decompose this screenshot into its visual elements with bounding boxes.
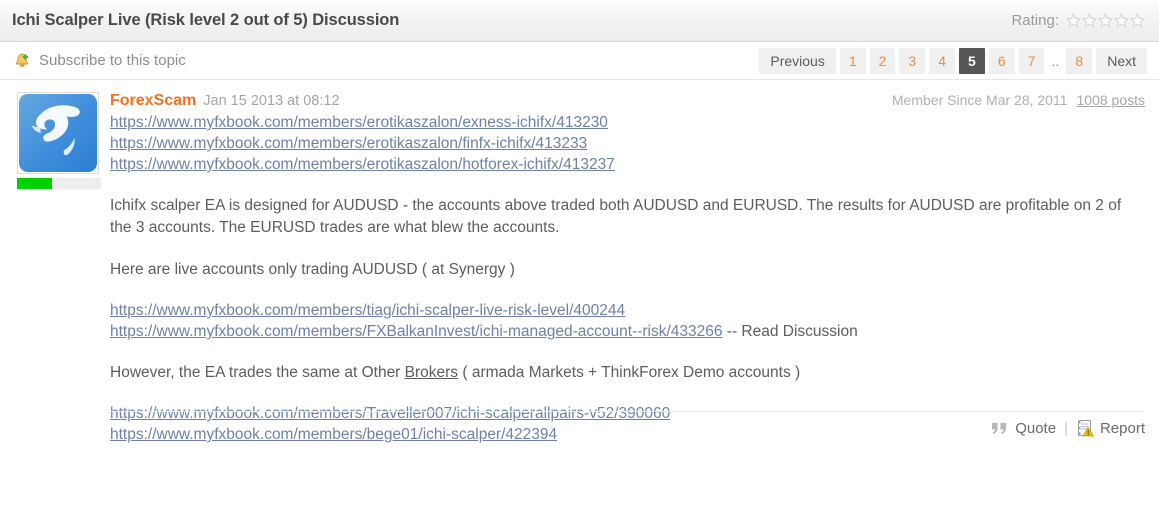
rating-widget[interactable]: Rating: [1011, 12, 1145, 29]
quote-button[interactable]: Quote [990, 420, 1056, 437]
reputation-progress-bar [17, 178, 101, 189]
rating-label: Rating: [1011, 12, 1059, 29]
avatar-column [14, 92, 110, 189]
subscribe-to-topic-button[interactable]: Subscribe to this topic [12, 51, 186, 71]
post-link-line-fxbalkaninvest: https://www.myfxbook.com/members/FXBalka… [110, 321, 1145, 342]
paragraph-3-before: However, the EA trades the same at Other [110, 364, 405, 381]
post-author-username[interactable]: ForexScam [110, 92, 196, 110]
post-link-exness[interactable]: https://www.myfxbook.com/members/erotika… [110, 112, 608, 133]
report-warning-icon [1076, 419, 1095, 437]
pagination-page-1[interactable]: 1 [839, 47, 866, 74]
member-since-label: Member Since Mar 28, 2011 [891, 92, 1068, 108]
reputation-progress-fill [17, 178, 53, 189]
post-link-tiag[interactable]: https://www.myfxbook.com/members/tiag/ic… [110, 302, 625, 319]
star-outline-icon[interactable] [1082, 12, 1097, 28]
pagination-page-8[interactable]: 8 [1066, 47, 1093, 74]
brokers-link[interactable]: Brokers [405, 364, 458, 381]
pagination-page-5-active[interactable]: 5 [959, 47, 985, 74]
report-label: Report [1099, 419, 1145, 437]
pagination-page-2[interactable]: 2 [869, 47, 896, 74]
footer-separator: | [1064, 419, 1068, 437]
post-content: ForexScam Jan 15 2013 at 08:12 Member Si… [110, 92, 1145, 445]
rating-stars[interactable] [1066, 12, 1145, 28]
page-title: Ichi Scalper Live (Risk level 2 out of 5… [12, 11, 400, 29]
post-paragraph-2: Here are live accounts only trading AUDU… [110, 261, 515, 278]
post-paragraph-1: Ichifx scalper EA is designed for AUDUSD… [110, 197, 1122, 236]
pagination-page-6[interactable]: 6 [988, 47, 1015, 74]
subscribe-label: Subscribe to this topic [39, 52, 186, 69]
post-footer: Quote | Report [110, 411, 1145, 437]
star-outline-icon[interactable] [1066, 12, 1081, 28]
report-button[interactable]: Report [1076, 419, 1145, 437]
avatar[interactable] [17, 92, 99, 174]
post-mid-links: https://www.myfxbook.com/members/tiag/ic… [110, 300, 1145, 342]
post-link-finfx[interactable]: https://www.myfxbook.com/members/erotika… [110, 133, 587, 154]
post-date: Jan 15 2013 at 08:12 [203, 93, 340, 109]
forum-post: ForexScam Jan 15 2013 at 08:12 Member Si… [0, 80, 1159, 445]
read-discussion-note: -- Read Discussion [722, 323, 858, 340]
quotation-mark-icon [990, 421, 1009, 436]
pagination-ellipsis: .. [1051, 52, 1060, 69]
star-outline-icon[interactable] [1114, 12, 1129, 28]
bull-avatar-image [19, 94, 97, 172]
bell-add-icon [12, 51, 32, 71]
post-link-fxbalkaninvest[interactable]: https://www.myfxbook.com/members/FXBalka… [110, 323, 723, 340]
post-count-link[interactable]: 1008 posts [1077, 92, 1146, 108]
subscribe-pagination-bar: Subscribe to this topic Previous 1 2 3 4… [0, 42, 1159, 80]
pagination-page-3[interactable]: 3 [899, 47, 926, 74]
pagination[interactable]: Previous 1 2 3 4 5 6 7 .. 8 Next [759, 47, 1147, 74]
post-body-row: ForexScam Jan 15 2013 at 08:12 Member Si… [14, 92, 1145, 445]
pagination-page-4[interactable]: 4 [929, 47, 956, 74]
post-meta: ForexScam Jan 15 2013 at 08:12 Member Si… [110, 92, 1145, 110]
post-link-hotforex[interactable]: https://www.myfxbook.com/members/erotika… [110, 154, 615, 175]
quote-label: Quote [1015, 419, 1057, 437]
post-link-line-tiag: https://www.myfxbook.com/members/tiag/ic… [110, 300, 1145, 321]
paragraph-3-after: ( armada Markets + ThinkForex Demo accou… [458, 364, 801, 381]
pagination-previous[interactable]: Previous [759, 47, 836, 74]
pagination-page-7[interactable]: 7 [1018, 47, 1045, 74]
post-paragraph-3: However, the EA trades the same at Other… [110, 362, 1145, 384]
post-meta-right: Member Since Mar 28, 2011 1008 posts [892, 92, 1145, 108]
topic-header: Ichi Scalper Live (Risk level 2 out of 5… [0, 0, 1159, 42]
star-outline-icon[interactable] [1098, 12, 1113, 28]
post-meta-left: ForexScam Jan 15 2013 at 08:12 [110, 92, 340, 110]
star-outline-icon[interactable] [1130, 12, 1145, 28]
pagination-next[interactable]: Next [1096, 47, 1147, 74]
